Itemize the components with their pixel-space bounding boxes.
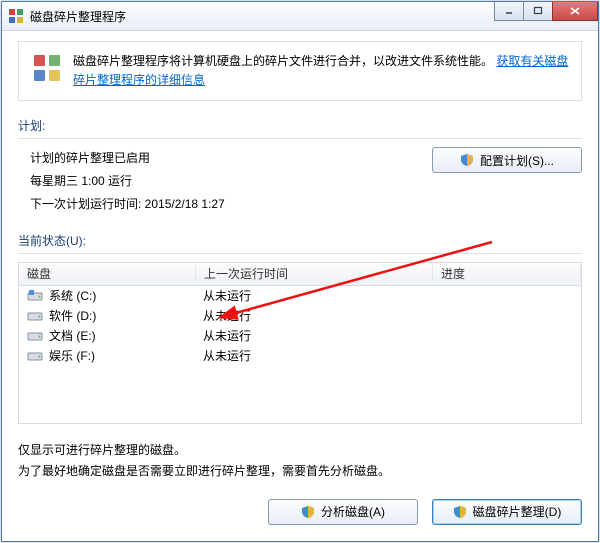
col-disk[interactable]: 磁盘: [19, 265, 196, 282]
shield-icon: [301, 505, 315, 519]
drive-icon: [27, 350, 43, 362]
disk-name: 软件 (D:): [49, 307, 96, 324]
disk-name: 文档 (E:): [49, 327, 96, 344]
disk-last-run: 从未运行: [195, 287, 431, 304]
content-area: 磁盘碎片整理程序将计算机硬盘上的碎片文件进行合并，以改进文件系统性能。 获取有关…: [2, 31, 598, 541]
schedule-heading: 计划的碎片整理已启用: [30, 147, 432, 170]
col-last[interactable]: 上一次运行时间: [196, 265, 433, 282]
divider: [18, 253, 582, 254]
info-text: 磁盘碎片整理程序将计算机硬盘上的碎片文件进行合并，以改进文件系统性能。 获取有关…: [73, 52, 569, 90]
table-row[interactable]: 娱乐 (F:) 从未运行: [19, 346, 581, 366]
drive-icon: [27, 330, 43, 342]
defrag-window: 磁盘碎片整理程序 磁盘碎片整理程序将计算机硬盘上的碎片文件进行合并，以改进文件系…: [1, 1, 599, 542]
table-row[interactable]: 文档 (E:) 从未运行: [19, 326, 581, 346]
disk-table: 磁盘 上一次运行时间 进度 系统 (C:)从未运行软件 (D:)从未运行文档 (…: [18, 262, 582, 424]
drive-icon: [27, 310, 43, 322]
app-icon: [8, 8, 24, 24]
divider: [18, 138, 582, 139]
disk-last-run: 从未运行: [195, 347, 431, 364]
table-header: 磁盘 上一次运行时间 进度: [19, 263, 581, 286]
shield-icon: [460, 153, 474, 167]
drive-icon: [27, 290, 43, 302]
defrag-button[interactable]: 磁盘碎片整理(D): [432, 499, 582, 525]
table-row[interactable]: 系统 (C:) 从未运行: [19, 286, 581, 306]
analyze-button-label: 分析磁盘(A): [321, 503, 385, 520]
disk-name: 系统 (C:): [49, 287, 96, 304]
schedule-row: 计划的碎片整理已启用 每星期三 1:00 运行 下一次计划运行时间: 2015/…: [18, 147, 582, 215]
maximize-button[interactable]: [523, 2, 553, 21]
configure-schedule-button[interactable]: 配置计划(S)...: [432, 147, 582, 173]
configure-button-label: 配置计划(S)...: [480, 152, 554, 169]
titlebar: 磁盘碎片整理程序: [2, 2, 598, 31]
defrag-button-label: 磁盘碎片整理(D): [473, 503, 562, 520]
analyze-button[interactable]: 分析磁盘(A): [268, 499, 418, 525]
schedule-next-run: 下一次计划运行时间: 2015/2/18 1:27: [30, 193, 432, 216]
close-button[interactable]: [552, 2, 598, 21]
shield-icon: [453, 505, 467, 519]
col-progress[interactable]: 进度: [433, 265, 581, 282]
schedule-recurrence: 每星期三 1:00 运行: [30, 170, 432, 193]
window-controls: [495, 2, 598, 21]
schedule-info: 计划的碎片整理已启用 每星期三 1:00 运行 下一次计划运行时间: 2015/…: [18, 147, 432, 215]
minimize-button[interactable]: [494, 2, 524, 21]
table-body: 系统 (C:)从未运行软件 (D:)从未运行文档 (E:)从未运行娱乐 (F:)…: [19, 286, 581, 366]
notes: 仅显示可进行碎片整理的磁盘。 为了最好地确定磁盘是否需要立即进行碎片整理，需要首…: [18, 440, 582, 483]
defrag-icon: [31, 52, 63, 84]
note-line-1: 仅显示可进行碎片整理的磁盘。: [18, 440, 582, 462]
info-description: 磁盘碎片整理程序将计算机硬盘上的碎片文件进行合并，以改进文件系统性能。: [73, 54, 493, 68]
window-title: 磁盘碎片整理程序: [30, 8, 126, 25]
schedule-label: 计划:: [18, 117, 582, 134]
note-line-2: 为了最好地确定磁盘是否需要立即进行碎片整理，需要首先分析磁盘。: [18, 461, 582, 483]
disk-last-run: 从未运行: [195, 307, 431, 324]
action-row: 分析磁盘(A) 磁盘碎片整理(D): [18, 499, 582, 525]
info-box: 磁盘碎片整理程序将计算机硬盘上的碎片文件进行合并，以改进文件系统性能。 获取有关…: [18, 41, 582, 101]
table-row[interactable]: 软件 (D:) 从未运行: [19, 306, 581, 326]
status-label: 当前状态(U):: [18, 232, 582, 249]
disk-last-run: 从未运行: [195, 327, 431, 344]
disk-name: 娱乐 (F:): [49, 347, 95, 364]
